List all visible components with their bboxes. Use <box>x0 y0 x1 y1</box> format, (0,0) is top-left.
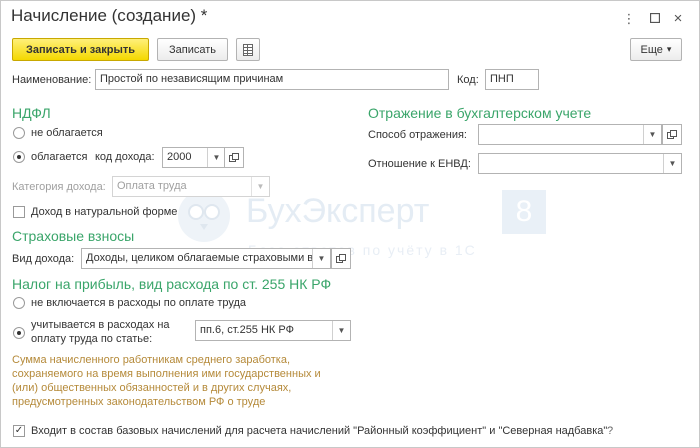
ndfl-section-title: НДФЛ <box>12 105 51 121</box>
expense-note-line-1: Сумма начисленного работникам среднего з… <box>12 354 291 366</box>
open-window-icon <box>336 253 346 263</box>
code-input[interactable]: ПНП <box>485 69 539 90</box>
insurance-income-type-select[interactable]: Доходы, целиком облагаемые страховыми в … <box>81 248 331 269</box>
chevron-down-icon[interactable]: ▼ <box>643 125 661 144</box>
expense-note-line-4: предусмотренных законодательством РФ о т… <box>12 396 266 408</box>
insurance-section-title: Страховые взносы <box>12 228 135 244</box>
ndfl-not-taxed-label[interactable]: не облагается <box>31 126 103 140</box>
profit-tax-section-title: Налог на прибыль, вид расхода по ст. 255… <box>12 276 332 292</box>
ndfl-not-taxed-radio[interactable] <box>13 127 25 139</box>
income-category-label: Категория дохода: <box>12 181 106 193</box>
close-icon[interactable]: × <box>670 11 686 27</box>
in-kind-income-checkbox[interactable] <box>13 206 25 218</box>
included-label-line-2[interactable]: оплату труда по статье: <box>31 332 152 346</box>
name-input[interactable]: Простой по независящим причинам <box>95 69 449 90</box>
expense-article-value: пп.6, ст.255 НК РФ <box>200 324 294 336</box>
base-accruals-checkbox[interactable]: ✓ <box>13 425 25 437</box>
income-category-select: Оплата труда ▼ <box>112 176 270 197</box>
chevron-down-icon[interactable]: ▼ <box>207 148 225 167</box>
chevron-down-icon: ▼ <box>251 177 269 196</box>
ndfl-taxed-radio[interactable] <box>13 151 25 163</box>
income-code-select[interactable]: 2000 ▼ <box>162 147 226 168</box>
not-included-radio[interactable] <box>13 297 25 309</box>
base-accruals-label[interactable]: Входит в состав базовых начислений для р… <box>31 424 607 438</box>
included-label-line-1[interactable]: учитывается в расходах на <box>31 318 170 332</box>
name-label: Наименование: <box>12 74 92 86</box>
spreadsheet-icon <box>243 43 253 56</box>
included-radio[interactable] <box>13 327 25 339</box>
insurance-income-type-value: Доходы, целиком облагаемые страховыми в <box>86 252 314 264</box>
chevron-down-icon: ▾ <box>666 44 672 54</box>
more-button-label: Еще <box>640 43 663 56</box>
not-included-label[interactable]: не включается в расходы по оплате труда <box>31 296 246 310</box>
income-code-value: 2000 <box>167 151 192 163</box>
income-code-label: код дохода: <box>95 151 155 163</box>
maximize-icon[interactable] <box>647 11 663 27</box>
ndfl-taxed-label[interactable]: облагается <box>31 150 87 164</box>
watermark-number: 8 <box>502 190 546 234</box>
chevron-down-icon[interactable]: ▼ <box>332 321 350 340</box>
expense-article-select[interactable]: пп.6, ст.255 НК РФ ▼ <box>195 320 351 341</box>
in-kind-income-label[interactable]: Доход в натуральной форме <box>31 205 177 219</box>
accounting-method-select[interactable]: ▼ <box>478 124 662 145</box>
code-label: Код: <box>457 74 479 86</box>
more-actions-icon[interactable]: ⋮ <box>621 11 637 27</box>
watermark-brand: БухЭксперт <box>246 192 430 230</box>
watermark-number-text: 8 <box>515 195 533 228</box>
income-category-value: Оплата труда <box>117 180 187 192</box>
more-button[interactable]: Еще ▾ <box>630 38 682 61</box>
save-button[interactable]: Записать <box>157 38 228 61</box>
open-income-code-button[interactable] <box>224 147 244 168</box>
expense-note-line-2: сохраняемого на время выполнения ими гос… <box>12 368 321 380</box>
accounting-method-label: Способ отражения: <box>368 129 467 141</box>
accounting-section-title: Отражение в бухгалтерском учете <box>368 105 592 121</box>
chevron-down-icon[interactable]: ▼ <box>663 154 681 173</box>
open-insurance-income-type-button[interactable] <box>331 248 351 269</box>
open-accounting-method-button[interactable] <box>662 124 682 145</box>
table-view-button[interactable] <box>236 38 260 61</box>
form-title: Начисление (создание) * <box>11 6 208 25</box>
envd-select[interactable]: ▼ <box>478 153 682 174</box>
open-window-icon <box>229 152 239 162</box>
chevron-down-icon[interactable]: ▼ <box>312 249 330 268</box>
insurance-income-type-label: Вид дохода: <box>12 253 75 265</box>
open-window-icon <box>667 129 677 139</box>
envd-label: Отношение к ЕНВД: <box>368 158 471 170</box>
help-icon[interactable]: ? <box>607 424 613 438</box>
expense-note-line-3: (или) общественных обязанностей и в друг… <box>12 382 292 394</box>
save-and-close-button[interactable]: Записать и закрыть <box>12 38 149 61</box>
